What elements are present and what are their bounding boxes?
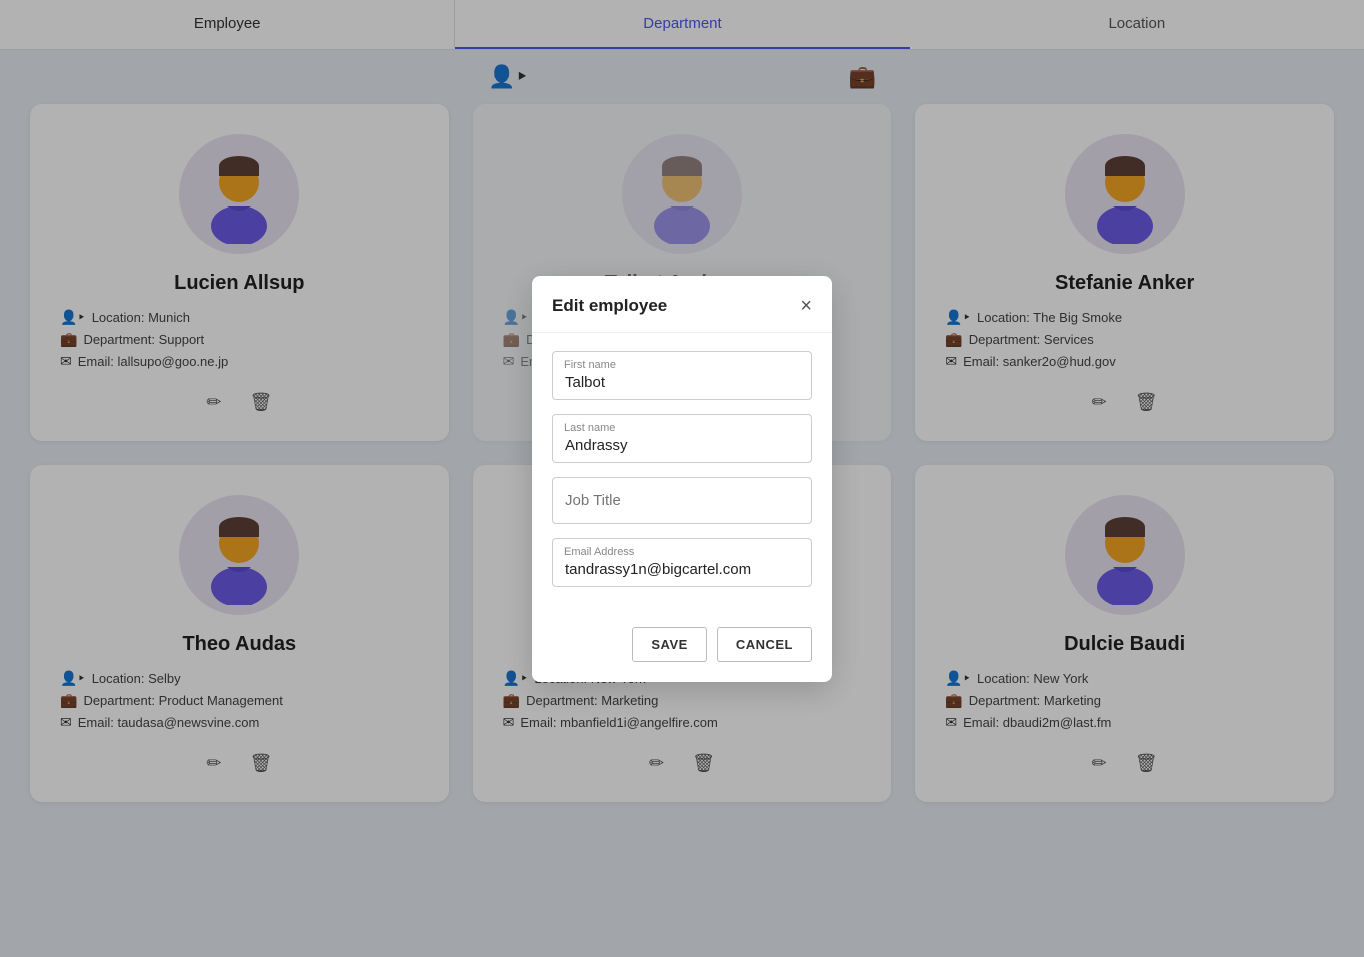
- last-name-group: Last name: [552, 414, 812, 463]
- email-group: Email Address: [552, 538, 812, 587]
- modal-body: First name Last name Email Address: [532, 333, 832, 619]
- modal-footer: SAVE CANCEL: [532, 619, 832, 682]
- save-button[interactable]: SAVE: [632, 627, 706, 662]
- first-name-input[interactable]: [552, 351, 812, 400]
- last-name-input[interactable]: [552, 414, 812, 463]
- email-input[interactable]: [552, 538, 812, 587]
- modal-close-button[interactable]: ×: [800, 296, 812, 316]
- modal-title: Edit employee: [552, 296, 667, 316]
- modal-overlay[interactable]: Edit employee × First name Last name Ema…: [0, 0, 1364, 957]
- job-title-input[interactable]: [552, 477, 812, 524]
- edit-employee-modal: Edit employee × First name Last name Ema…: [532, 276, 832, 682]
- cancel-button[interactable]: CANCEL: [717, 627, 812, 662]
- modal-header: Edit employee ×: [532, 276, 832, 333]
- first-name-group: First name: [552, 351, 812, 400]
- job-title-group: [552, 477, 812, 524]
